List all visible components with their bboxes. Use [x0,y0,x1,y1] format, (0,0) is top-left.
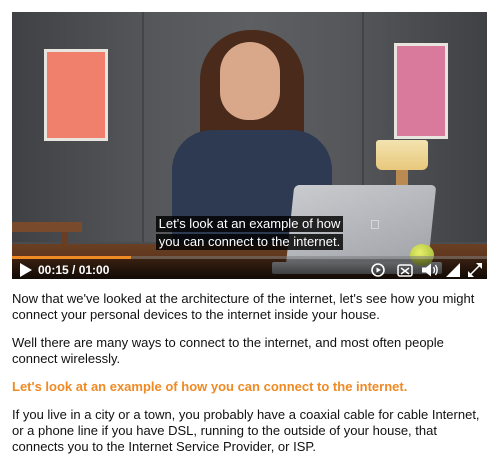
quality-button[interactable] [446,262,460,278]
video-controls: 00:15 / 01:00 [12,256,487,279]
subtitles-icon [397,263,413,277]
play-button[interactable] [18,262,34,278]
wall-poster-left [47,52,105,138]
subtitles-button[interactable] [396,262,414,278]
fullscreen-button[interactable] [468,262,482,278]
closed-captions-button[interactable] [370,262,386,278]
fullscreen-icon [468,263,482,277]
time-display: 00:15 / 01:00 [38,263,110,277]
lamp-shade [376,140,428,170]
paragraph-intro: Now that we've looked at the architectur… [12,291,475,322]
quality-icon [446,263,460,277]
side-table [12,222,82,232]
volume-button[interactable] [422,262,440,278]
paragraph-cable-dsl: If you live in a city or a town, you pro… [12,407,480,454]
progress-bar[interactable] [12,256,487,259]
wall-poster-right [397,46,445,136]
video-player[interactable]:  Let's look at an example of how you ca… [12,12,487,279]
play-icon [20,263,32,277]
presenter-face [220,42,280,120]
closed-captions-icon [371,263,385,277]
lesson-text: Now that we've looked at the architectur… [12,291,488,467]
apple-logo-icon:  [370,218,382,232]
paragraph-ways-to-connect: Well there are many ways to connect to t… [12,335,444,366]
progress-fill [12,256,131,259]
wall-panel-divider [142,12,144,242]
video-frame:  [12,12,487,279]
volume-icon [422,263,438,277]
paragraph-highlight: Let's look at an example of how you can … [12,379,408,394]
